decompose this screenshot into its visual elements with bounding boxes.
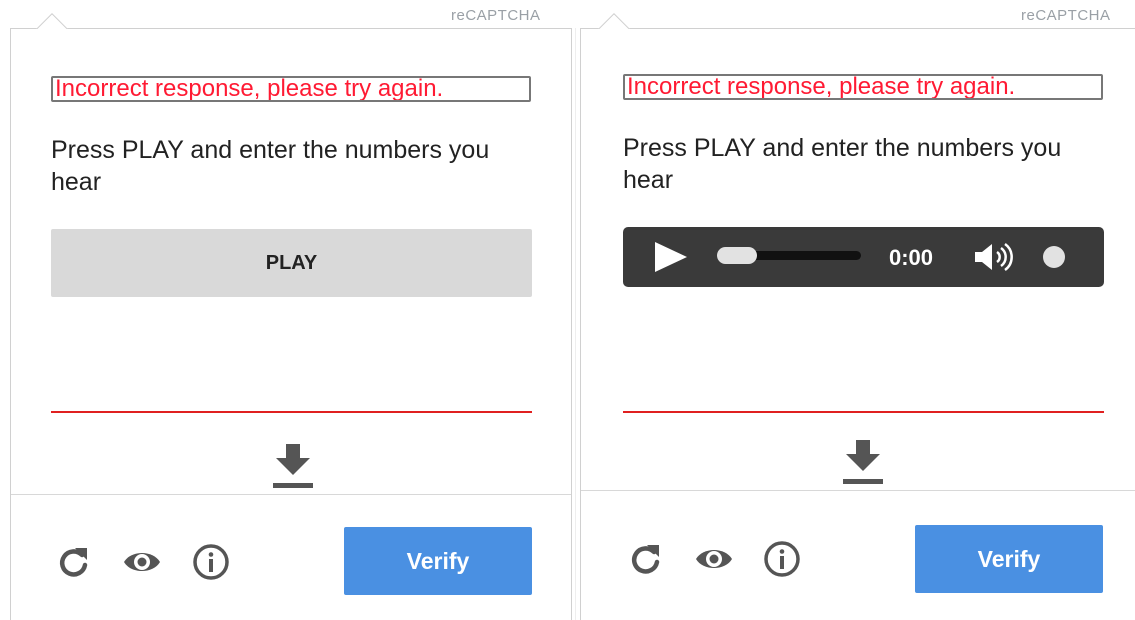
- volume-icon[interactable]: [973, 241, 1015, 273]
- instructions-text: Press PLAY and enter the numbers you hea…: [623, 134, 1062, 194]
- panel-top-border: [581, 28, 1135, 29]
- panel-pointer: [597, 12, 631, 29]
- error-message: Incorrect response, please try again.: [623, 74, 1103, 100]
- audio-player: 0:00: [623, 227, 1104, 287]
- panel-divider: [575, 28, 576, 620]
- brand-label: reCAPTCHA: [1021, 7, 1111, 24]
- response-input[interactable]: [51, 411, 532, 413]
- footer-separator: [11, 494, 571, 495]
- download-icon[interactable]: [839, 436, 887, 488]
- verify-button[interactable]: Verify: [344, 527, 532, 595]
- download-icon[interactable]: [269, 440, 317, 492]
- verify-button[interactable]: Verify: [915, 525, 1103, 593]
- info-icon[interactable]: [191, 542, 231, 582]
- error-message: Incorrect response, please try again.: [51, 76, 531, 102]
- eye-icon[interactable]: [694, 539, 734, 579]
- panel-top-border: [11, 28, 571, 29]
- time-display: 0:00: [889, 245, 934, 270]
- player-options-handle[interactable]: [1043, 246, 1065, 268]
- panel-pointer: [35, 12, 69, 29]
- play-icon[interactable]: [651, 242, 691, 272]
- captcha-panel-right: reCAPTCHA Incorrect response, please try…: [580, 7, 1135, 620]
- captcha-panel-left: reCAPTCHA Incorrect response, please try…: [10, 7, 572, 620]
- play-button[interactable]: PLAY: [51, 229, 532, 297]
- info-icon[interactable]: [762, 539, 802, 579]
- brand-label: reCAPTCHA: [451, 7, 541, 24]
- reload-icon[interactable]: [625, 539, 665, 579]
- instructions-text: Press PLAY and enter the numbers you hea…: [51, 136, 490, 196]
- reload-icon[interactable]: [53, 542, 93, 582]
- response-input[interactable]: [623, 411, 1104, 413]
- footer-separator: [581, 490, 1135, 491]
- seek-handle[interactable]: [717, 247, 757, 264]
- eye-icon[interactable]: [122, 542, 162, 582]
- seek-slider[interactable]: [717, 247, 861, 264]
